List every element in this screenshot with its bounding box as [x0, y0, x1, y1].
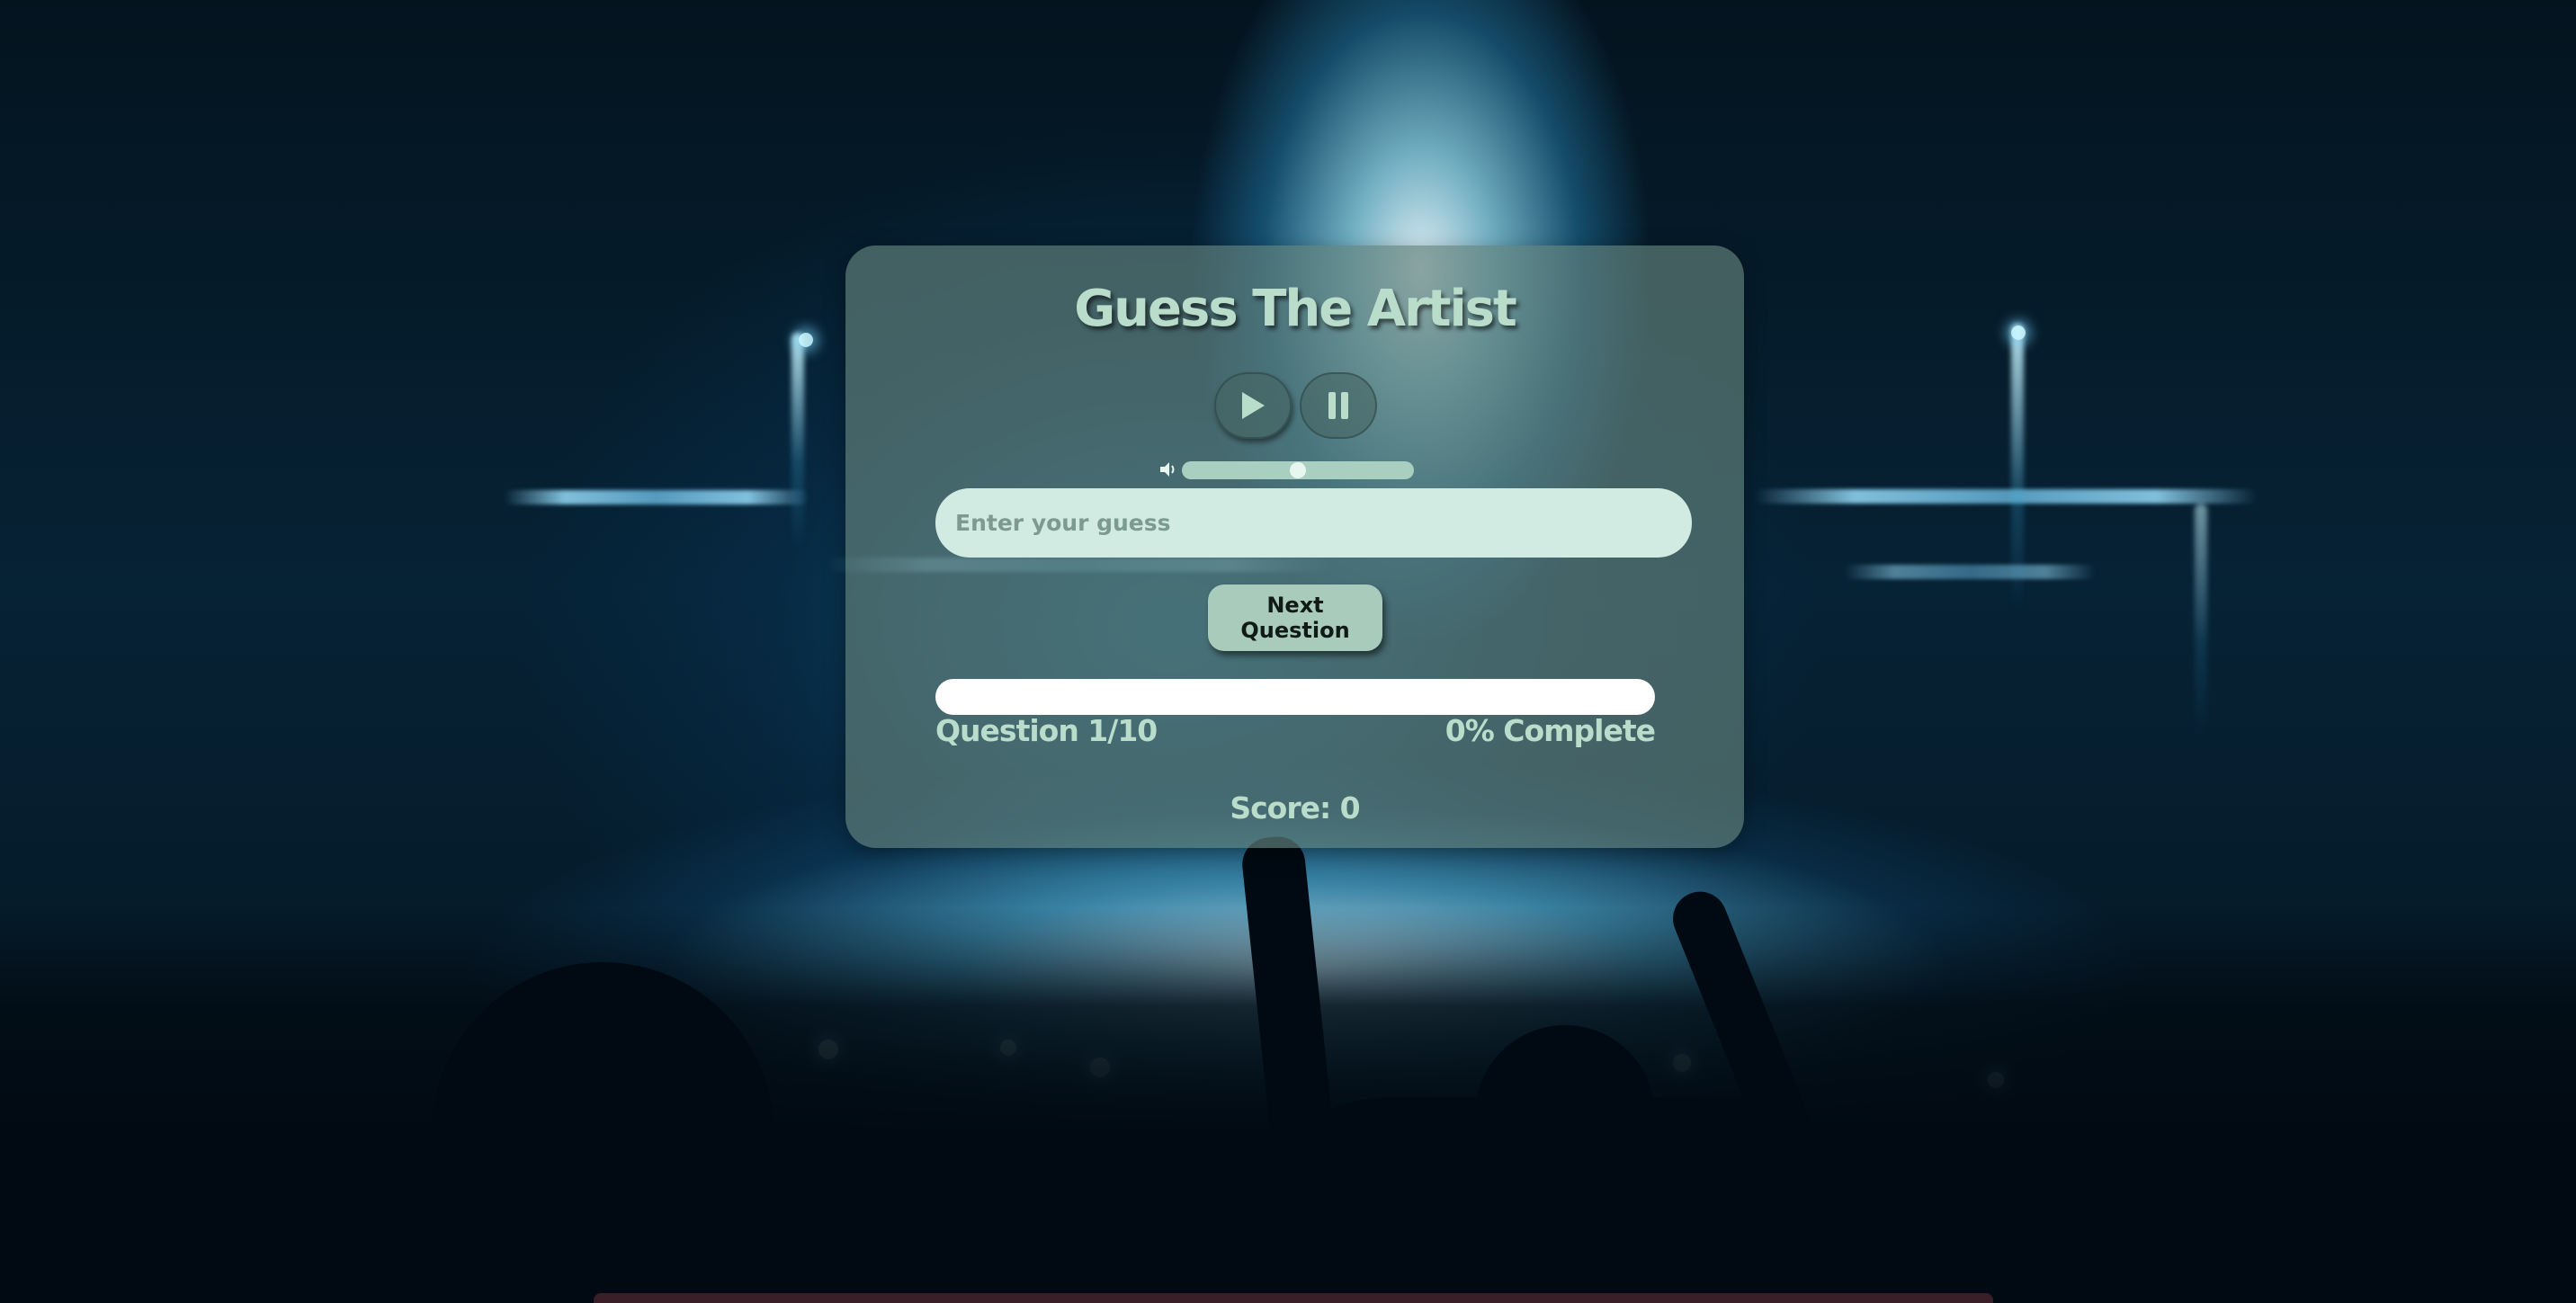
play-icon — [1242, 392, 1265, 419]
stage-light-bar — [504, 490, 809, 504]
crowd-head — [432, 962, 774, 1303]
progress-bar — [935, 679, 1655, 715]
stage-light — [799, 333, 813, 347]
play-button[interactable] — [1214, 372, 1292, 439]
light-beam — [792, 333, 804, 549]
pause-button[interactable] — [1300, 372, 1377, 439]
stage-light — [2011, 326, 2026, 340]
crowd-shoulders — [1214, 1097, 1898, 1303]
game-card: Guess The Artist Next Question Question … — [845, 245, 1744, 848]
light-beam — [2011, 324, 2024, 611]
guess-input[interactable] — [935, 488, 1692, 558]
game-title: Guess The Artist — [1074, 280, 1517, 338]
light-beam — [2195, 504, 2207, 737]
stage-light-bar — [1844, 565, 2096, 579]
next-question-button[interactable]: Next Question — [1208, 585, 1382, 651]
volume-icon — [1160, 462, 1175, 477]
score-display: Score: 0 — [1230, 790, 1360, 826]
volume-slider-thumb[interactable] — [1290, 462, 1306, 478]
stage-light-bar — [1754, 489, 2258, 504]
completion-percent: 0% Complete — [1445, 713, 1656, 748]
question-counter: Question 1/10 — [935, 713, 1158, 748]
volume-slider[interactable] — [1182, 461, 1414, 479]
bottom-edge-bar — [594, 1293, 1993, 1303]
pause-icon — [1328, 392, 1348, 419]
